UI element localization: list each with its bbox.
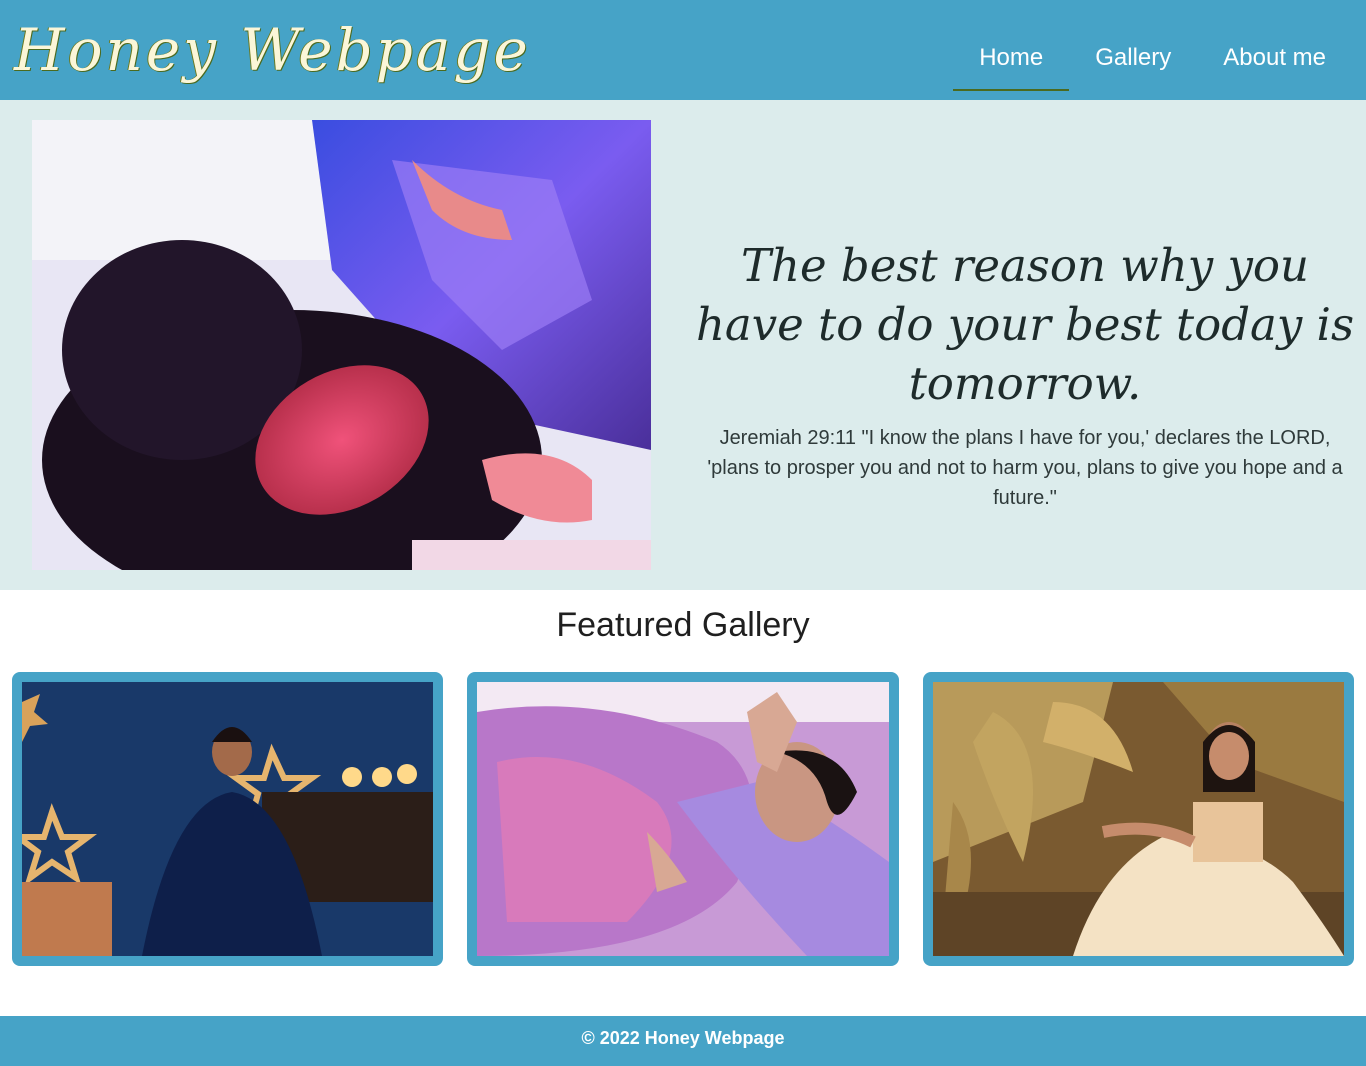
site-footer: © 2022 Honey Webpage (0, 1016, 1366, 1066)
gallery-card-2[interactable] (467, 672, 899, 966)
gallery-image-2[interactable] (477, 682, 889, 956)
gallery-image-1[interactable] (22, 682, 433, 956)
hero-photo (32, 120, 651, 570)
hero-quote: The best reason why you have to do your … (695, 239, 1355, 410)
footer-copyright: © 2022 Honey Webpage (581, 1028, 785, 1048)
site-logo[interactable]: Honey Webpage (14, 8, 531, 92)
gallery-card-3[interactable] (923, 672, 1354, 966)
hero-text: The best reason why you have to do your … (692, 236, 1358, 513)
site-header: Honey Webpage Home Gallery About me (0, 0, 1366, 100)
gallery-title: Featured Gallery (556, 606, 810, 644)
gallery-image-3[interactable] (933, 682, 1344, 956)
nav-about-me[interactable]: About me (1197, 9, 1352, 91)
hero-section: The best reason why you have to do your … (0, 100, 1366, 590)
main-nav: Home Gallery About me (953, 0, 1352, 100)
gallery-card-1[interactable] (12, 672, 443, 966)
hero-verse: Jeremiah 29:11 "I know the plans I have … (707, 427, 1343, 509)
nav-gallery[interactable]: Gallery (1069, 9, 1197, 91)
nav-home[interactable]: Home (953, 9, 1070, 91)
